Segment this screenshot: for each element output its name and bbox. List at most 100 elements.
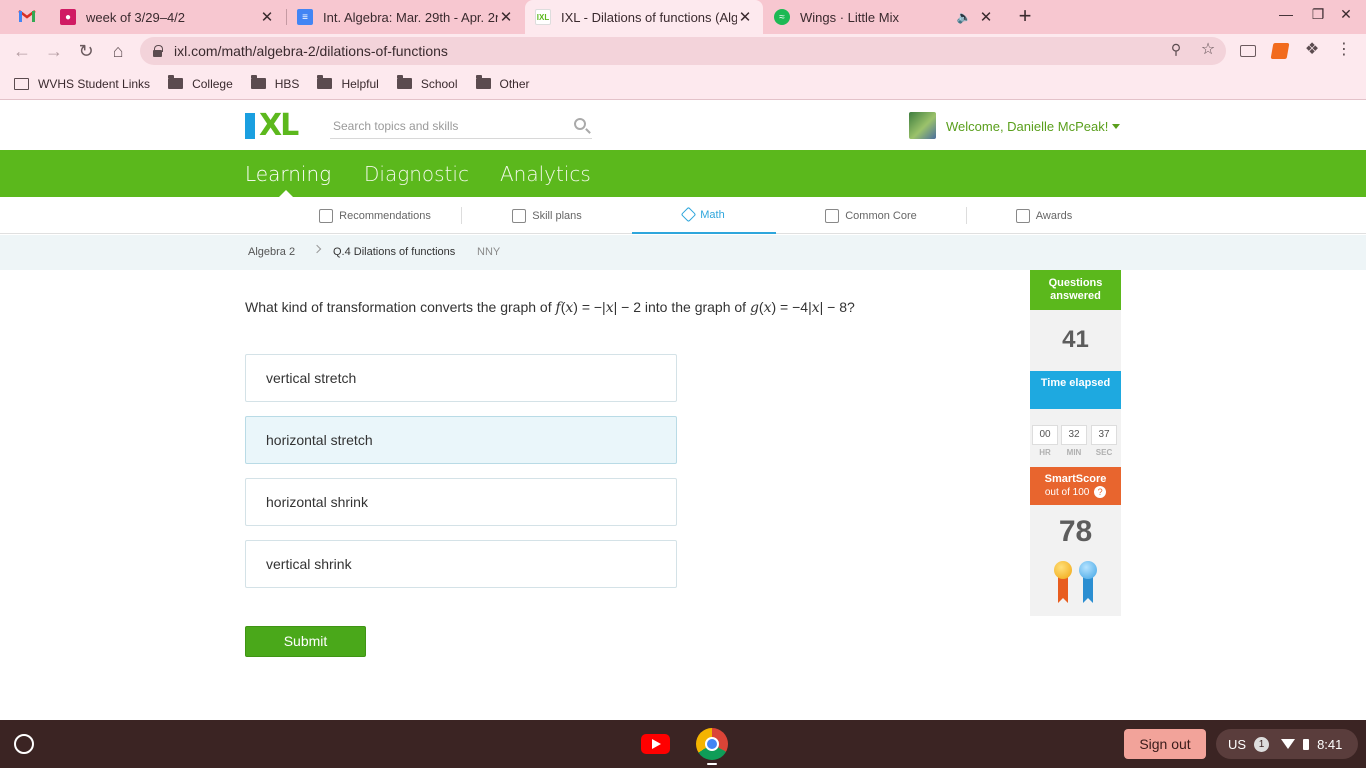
- tab-classroom[interactable]: ● week of 3/29–4/2 ✕: [50, 0, 285, 34]
- chrome-icon[interactable]: [696, 728, 728, 760]
- folder-icon: [396, 75, 412, 89]
- common-core-icon: [825, 208, 840, 223]
- back-button[interactable]: ←: [10, 39, 34, 63]
- main-nav: Learning Diagnostic Analytics: [0, 150, 1366, 197]
- timer-hours-label: HR: [1039, 448, 1051, 457]
- clock: 8:41: [1317, 736, 1343, 752]
- bookmark-label: Helpful: [341, 76, 379, 91]
- bookmark-helpful[interactable]: Helpful: [317, 75, 379, 91]
- bookmark-other[interactable]: Other: [475, 75, 530, 91]
- search-icon[interactable]: [574, 118, 586, 130]
- minimize-button[interactable]: —: [1276, 6, 1296, 22]
- gmail-icon[interactable]: [18, 9, 36, 23]
- bookmark-star-icon[interactable]: ☆: [1198, 39, 1218, 59]
- sign-out-button[interactable]: Sign out: [1124, 729, 1206, 759]
- folder-icon: [317, 75, 333, 89]
- choice-horizontal-stretch[interactable]: horizontal stretch: [245, 416, 677, 464]
- ribbon-tail: [1058, 575, 1068, 603]
- ixl-logo[interactable]: XL: [245, 111, 299, 141]
- nav-analytics[interactable]: Analytics: [500, 162, 591, 186]
- subnav-math[interactable]: Math: [632, 197, 776, 234]
- puzzle-icon[interactable]: ❖: [1302, 39, 1322, 59]
- smartscore-label: SmartScore: [1044, 473, 1107, 485]
- awards-icon: [1015, 208, 1030, 223]
- bookmark-wvhs[interactable]: WVHS Student Links: [14, 77, 150, 91]
- recommendations-icon: [319, 208, 334, 223]
- close-icon[interactable]: ✕: [259, 8, 275, 26]
- search-input[interactable]: Search topics and skills: [333, 119, 458, 133]
- help-icon[interactable]: ?: [1094, 486, 1107, 498]
- docs-icon: ≡: [297, 9, 313, 25]
- submit-button[interactable]: Submit: [245, 626, 366, 657]
- classroom-icon: ●: [60, 9, 76, 25]
- math-pyramid-icon: [680, 206, 697, 223]
- extension-icon[interactable]: [1270, 43, 1290, 59]
- bookmark-label: HBS: [274, 76, 300, 91]
- bookmark-label: College: [192, 76, 233, 91]
- youtube-icon[interactable]: [641, 734, 670, 754]
- url-text[interactable]: ixl.com/math/algebra-2/dilations-of-func…: [174, 43, 448, 59]
- subnav-common-core[interactable]: Common Core: [776, 197, 966, 234]
- address-bar[interactable]: ixl.com/math/algebra-2/dilations-of-func…: [140, 37, 1226, 65]
- gold-ribbon-icon: [1054, 561, 1072, 603]
- notification-badge: 1: [1254, 736, 1270, 752]
- bookmark-page-icon: [14, 77, 29, 90]
- menu-dots-icon[interactable]: ⋮: [1334, 39, 1354, 59]
- subnav-label: Common Core: [845, 209, 917, 222]
- system-tray[interactable]: US 1 8:41: [1216, 729, 1358, 759]
- tab-ixl[interactable]: IXL IXL - Dilations of functions (Alge ✕: [525, 0, 763, 34]
- close-icon[interactable]: ✕: [737, 8, 753, 26]
- reload-button[interactable]: ↻: [74, 39, 98, 63]
- blue-ribbon-icon: [1079, 561, 1097, 603]
- cast-icon[interactable]: [1240, 45, 1256, 57]
- zoom-icon[interactable]: ⚲: [1166, 41, 1186, 58]
- choice-horizontal-shrink[interactable]: horizontal shrink: [245, 478, 677, 526]
- bookmarks-bar: WVHS Student Links College HBS Helpful S…: [0, 68, 1366, 100]
- subnav-skill-plans[interactable]: Skill plans: [462, 197, 632, 234]
- choice-vertical-stretch[interactable]: vertical stretch: [245, 354, 677, 402]
- nav-diagnostic[interactable]: Diagnostic: [364, 162, 469, 186]
- launcher-icon[interactable]: [14, 734, 34, 754]
- timer-minutes-label: MIN: [1066, 448, 1082, 457]
- lock-icon[interactable]: [153, 45, 163, 57]
- math-f: f: [555, 300, 561, 316]
- questions-answered-panel: 41: [1030, 310, 1121, 371]
- bookmark-school[interactable]: School: [396, 75, 458, 91]
- timer-seconds: 37: [1091, 425, 1117, 445]
- subnav-label: Recommendations: [339, 209, 431, 222]
- maximize-button[interactable]: ❐: [1308, 6, 1328, 23]
- smartscore-header: SmartScore out of 100 ?: [1030, 467, 1121, 505]
- question-prompt: What kind of transformation converts the…: [245, 299, 855, 316]
- question-text: | − 8?: [819, 299, 855, 315]
- subnav-recommendations[interactable]: Recommendations: [290, 197, 460, 234]
- tab-title: week of 3/29–4/2: [86, 9, 186, 25]
- timer-hours: 00: [1032, 425, 1058, 445]
- bookmark-hbs[interactable]: HBS: [250, 75, 300, 91]
- question-text: What kind of transformation converts the…: [245, 299, 556, 315]
- bookmark-college[interactable]: College: [168, 75, 233, 91]
- speaker-icon[interactable]: 🔈: [956, 10, 972, 24]
- close-window-button[interactable]: ✕: [1336, 6, 1356, 23]
- breadcrumb-subject[interactable]: Algebra 2: [248, 246, 295, 258]
- math-x: x: [763, 300, 772, 316]
- tab-docs[interactable]: ≡ Int. Algebra: Mar. 29th - Apr. 2nd ✕: [287, 0, 524, 34]
- new-tab-button[interactable]: +: [1014, 4, 1036, 28]
- home-button[interactable]: ⌂: [106, 39, 130, 63]
- search-box[interactable]: Search topics and skills: [330, 115, 592, 139]
- folder-icon: [475, 75, 491, 89]
- close-icon[interactable]: ✕: [498, 8, 514, 26]
- close-icon[interactable]: ✕: [978, 8, 994, 26]
- math-x: x: [811, 300, 820, 316]
- forward-button[interactable]: →: [42, 39, 66, 63]
- bookmark-label: Other: [499, 76, 530, 91]
- tab-spotify[interactable]: ≈ Wings · Little Mix 🔈 ✕: [764, 0, 1004, 34]
- choice-vertical-shrink[interactable]: vertical shrink: [245, 540, 677, 588]
- bookmark-label: WVHS Student Links: [38, 76, 151, 91]
- subnav-awards[interactable]: Awards: [967, 197, 1121, 234]
- wifi-icon: [1281, 739, 1296, 749]
- welcome-user[interactable]: Welcome, Danielle McPeak!: [946, 119, 1108, 134]
- question-text: ) = −4|: [771, 299, 812, 315]
- chevron-down-icon[interactable]: [1112, 124, 1120, 129]
- avatar[interactable]: [909, 112, 936, 139]
- nav-learning[interactable]: Learning: [245, 162, 331, 186]
